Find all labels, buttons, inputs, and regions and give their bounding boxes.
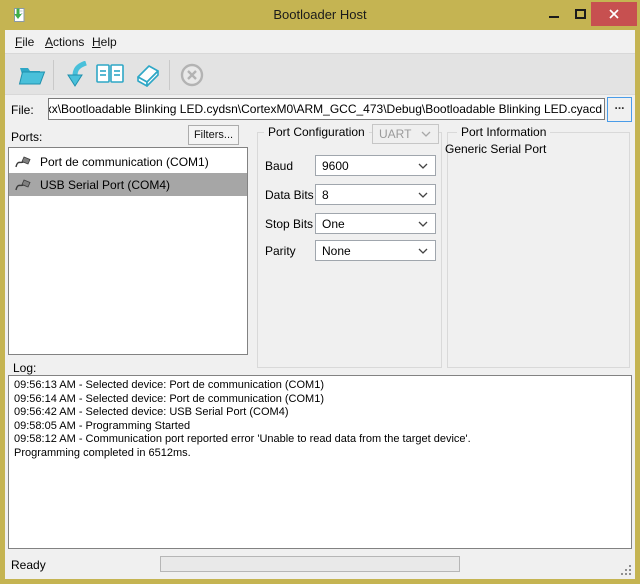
- chevron-down-icon: [418, 221, 428, 227]
- maximize-button[interactable]: [567, 2, 593, 26]
- minimize-button[interactable]: [541, 2, 567, 26]
- chevron-down-icon: [418, 163, 428, 169]
- status-text: Ready: [11, 558, 46, 572]
- port-list-item[interactable]: Port de communication (COM1): [9, 150, 247, 173]
- program-button[interactable]: [61, 59, 93, 91]
- erase-icon: [131, 63, 161, 87]
- data-bits-select[interactable]: 8: [315, 184, 436, 205]
- toolbar: [5, 53, 635, 95]
- maximize-icon: [575, 9, 586, 19]
- minimize-icon: [549, 16, 559, 18]
- log-output[interactable]: 09:56:13 AM - Selected device: Port de c…: [8, 375, 632, 549]
- protocol-value: UART: [379, 127, 411, 141]
- data-bits-label: Data Bits: [265, 188, 314, 202]
- verify-button[interactable]: [94, 59, 126, 91]
- parity-label: Parity: [265, 244, 296, 258]
- protocol-select: UART: [372, 124, 439, 144]
- menu-bar: File Actions Help: [5, 30, 635, 53]
- toolbar-separator: [169, 60, 170, 90]
- stop-bits-label: Stop Bits: [265, 217, 313, 231]
- progress-bar: [160, 556, 460, 572]
- log-line: 09:56:13 AM - Selected device: Port de c…: [14, 379, 626, 393]
- title-bar: Bootloader Host: [0, 0, 640, 30]
- chevron-down-icon: [418, 248, 428, 254]
- filters-button[interactable]: Filters...: [188, 125, 239, 145]
- open-file-icon: [18, 63, 46, 87]
- port-information-title: Port Information: [457, 125, 550, 139]
- toolbar-separator: [53, 60, 54, 90]
- file-path-value: ader_41xx\Bootloadable Blinking LED.cyds…: [48, 102, 604, 116]
- browse-button[interactable]: ...: [607, 97, 632, 122]
- data-bits-value: 8: [322, 188, 329, 202]
- log-line: 09:58:05 AM - Programming Started: [14, 420, 626, 434]
- close-button[interactable]: [591, 2, 637, 26]
- baud-label: Baud: [265, 159, 293, 173]
- close-icon: [608, 8, 620, 20]
- ports-list[interactable]: Port de communication (COM1) USB Serial …: [8, 147, 248, 355]
- file-path-input[interactable]: ader_41xx\Bootloadable Blinking LED.cyds…: [48, 98, 605, 120]
- port-information-group: Port Information: [447, 132, 630, 368]
- chevron-down-icon: [418, 192, 428, 198]
- open-file-button[interactable]: [16, 59, 48, 91]
- log-label: Log:: [13, 361, 36, 375]
- stop-bits-value: One: [322, 217, 345, 231]
- abort-icon: [179, 62, 205, 88]
- port-information-text: Generic Serial Port: [445, 142, 546, 156]
- parity-value: None: [322, 244, 351, 258]
- log-line: 09:58:12 AM - Communication port reporte…: [14, 433, 626, 447]
- client-area: File Actions Help: [5, 30, 635, 579]
- bootloader-host-window: Bootloader Host File Actions Help: [0, 0, 640, 584]
- file-label: File:: [11, 103, 34, 117]
- menu-actions[interactable]: Actions: [45, 35, 84, 49]
- program-icon: [65, 61, 89, 89]
- baud-select[interactable]: 9600: [315, 155, 436, 176]
- port-name: USB Serial Port (COM4): [40, 178, 170, 192]
- abort-button: [176, 59, 208, 91]
- port-list-item-selected[interactable]: USB Serial Port (COM4): [9, 173, 247, 196]
- log-line: 09:56:42 AM - Selected device: USB Seria…: [14, 406, 626, 420]
- resize-grip-icon[interactable]: [619, 563, 631, 575]
- parity-select[interactable]: None: [315, 240, 436, 261]
- erase-button[interactable]: [130, 59, 162, 91]
- stop-bits-select[interactable]: One: [315, 213, 436, 234]
- chevron-down-icon: [421, 131, 431, 137]
- menu-help[interactable]: Help: [92, 35, 117, 49]
- log-line: Programming completed in 6512ms.: [14, 447, 626, 461]
- ports-label: Ports:: [11, 130, 42, 144]
- menu-file[interactable]: File: [15, 35, 34, 49]
- port-name: Port de communication (COM1): [40, 155, 209, 169]
- port-configuration-title: Port Configuration: [264, 125, 369, 139]
- log-line: 09:56:14 AM - Selected device: Port de c…: [14, 393, 626, 407]
- status-bar: Ready: [5, 551, 635, 579]
- serial-port-icon: [14, 177, 32, 193]
- serial-port-icon: [14, 154, 32, 170]
- baud-value: 9600: [322, 159, 349, 173]
- verify-icon: [95, 63, 125, 87]
